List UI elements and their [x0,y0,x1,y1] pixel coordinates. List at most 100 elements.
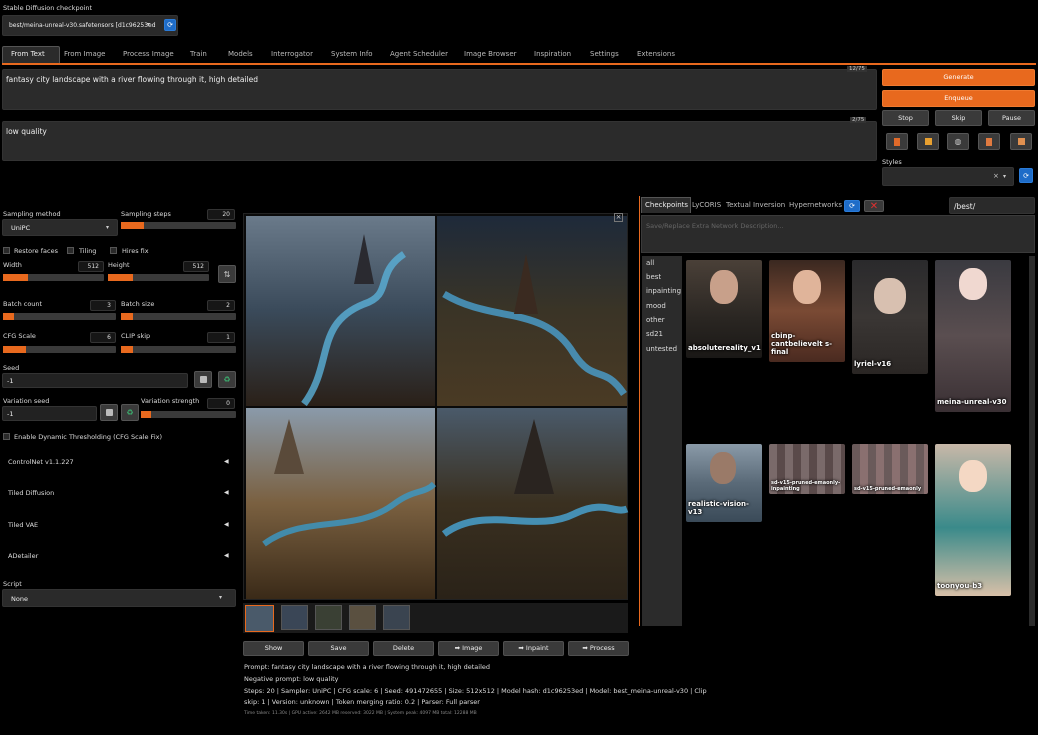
delete-button[interactable]: Delete [373,641,434,656]
cfg-scale-input[interactable]: 6 [90,332,116,343]
category-mood[interactable]: mood [646,302,666,310]
close-icon[interactable]: × [614,213,623,222]
checkpoint-card[interactable]: meina-unreal-v30 [935,260,1011,412]
output-image-3[interactable] [246,408,437,599]
checkpoint-dropdown[interactable]: best/meina-unreal-v30.safetensors [d1c96… [2,15,178,36]
variation-strength-slider[interactable] [141,411,236,418]
caret-left-icon[interactable]: ◀ [224,521,229,528]
tab-inspiration[interactable]: Inspiration [534,49,571,60]
refresh-icon[interactable]: ⟳ [1019,168,1033,183]
category-all[interactable]: all [646,259,654,267]
sampling-method-dropdown[interactable]: UniPC ▾ [2,219,118,236]
variation-strength-input[interactable]: 0 [207,398,235,409]
enqueue-button[interactable]: Enqueue [882,90,1035,107]
caret-left-icon[interactable]: ◀ [224,552,229,559]
hires-fix-checkbox[interactable] [110,247,117,254]
pause-button[interactable]: Pause [988,110,1035,126]
tab-settings[interactable]: Settings [590,49,619,60]
network-tab-lycoris[interactable]: LyCORIS [692,201,721,209]
category-other[interactable]: other [646,316,665,324]
batch-size-slider[interactable] [121,313,236,320]
network-description-input[interactable]: Save/Replace Extra Network Description..… [641,215,1035,253]
tab-extensions[interactable]: Extensions [637,49,675,60]
caret-left-icon[interactable]: ◀ [224,489,229,496]
network-tab-textual-inversion[interactable]: Textual Inversion [726,201,785,209]
batch-count-slider[interactable] [3,313,116,320]
close-icon[interactable]: ✕ [864,200,884,212]
height-input[interactable]: 512 [183,261,209,272]
dynamic-thresholding-checkbox[interactable] [3,433,10,440]
recycle-icon[interactable]: ♻ [121,404,139,421]
read-params-icon[interactable] [886,133,908,150]
clip-skip-slider[interactable] [121,346,236,353]
output-image-4[interactable] [437,408,629,599]
checkpoint-card[interactable]: realistic-vision-v13 [686,444,762,522]
checkpoint-card[interactable]: cbinp-cantbelievelt s-final [769,260,845,362]
thumbnail[interactable] [245,605,274,632]
thumbnail[interactable] [383,605,410,630]
refresh-icon[interactable]: ⟳ [164,19,176,31]
accordion-adetailer[interactable]: ADetailer [8,552,38,560]
output-image-1[interactable] [246,216,435,407]
negative-prompt-textarea[interactable]: low quality [2,121,877,161]
width-input[interactable]: 512 [78,261,104,272]
batch-size-input[interactable]: 2 [207,300,235,311]
send-to-image-button[interactable]: ➡ Image [438,641,499,656]
sampling-steps-input[interactable]: 20 [207,209,235,220]
accordion-tiled-diffusion[interactable]: Tiled Diffusion [8,489,54,497]
tab-image-browser[interactable]: Image Browser [464,49,517,60]
skip-button[interactable]: Skip [935,110,982,126]
width-slider[interactable] [3,274,104,281]
tab-from-text[interactable]: From Text [11,49,45,60]
checkpoint-card[interactable]: absolutereality_v1 [686,260,762,358]
thumbnail[interactable] [349,605,376,630]
checkpoint-card[interactable]: toonyou-b3 [935,444,1011,596]
category-sd21[interactable]: sd21 [646,330,663,338]
accordion-tiled-vae[interactable]: Tiled VAE [8,521,38,529]
scrollbar[interactable] [1029,256,1035,626]
cfg-scale-slider[interactable] [3,346,116,353]
tab-models[interactable]: Models [228,49,253,60]
checkpoint-card[interactable]: sd-v15-pruned-emaonly-inpainting [769,444,845,494]
tab-train[interactable]: Train [190,49,207,60]
save-button[interactable]: Save [308,641,369,656]
output-image-2[interactable] [437,216,627,406]
tab-interrogator[interactable]: Interrogator [271,49,313,60]
save-style-icon[interactable] [1010,133,1032,150]
styles-dropdown[interactable]: × ▾ [882,167,1014,186]
trash-icon[interactable] [917,133,939,150]
height-slider[interactable] [108,274,209,281]
show-button[interactable]: Show [243,641,304,656]
clipboard-icon[interactable] [978,133,1000,150]
prompt-textarea[interactable]: fantasy city landscape with a river flow… [2,69,877,110]
thumbnail[interactable] [281,605,308,630]
batch-count-input[interactable]: 3 [90,300,116,311]
sampling-steps-slider[interactable] [121,222,236,229]
accordion-controlnet[interactable]: ControlNet v1.1.227 [8,458,74,466]
network-tab-hypernetworks[interactable]: Hypernetworks [789,201,842,209]
send-to-process-button[interactable]: ➡ Process [568,641,629,656]
tab-process-image[interactable]: Process Image [123,49,174,60]
tab-agent-scheduler[interactable]: Agent Scheduler [390,49,448,60]
script-dropdown[interactable]: None ▾ [2,589,236,607]
checkpoint-card[interactable]: sd-v15-pruned-emaonly [852,444,928,494]
dice-icon[interactable] [100,404,118,421]
generate-button[interactable]: Generate [882,69,1035,86]
clip-skip-input[interactable]: 1 [207,332,235,343]
clear-icon[interactable]: × [993,172,999,180]
stop-button[interactable]: Stop [882,110,929,126]
category-untested[interactable]: untested [646,345,677,353]
refresh-icon[interactable]: ⟳ [844,200,860,212]
network-search-input[interactable]: /best/ [949,197,1035,214]
caret-left-icon[interactable]: ◀ [224,458,229,465]
seed-input[interactable]: -1 [2,373,188,388]
tiling-checkbox[interactable] [67,247,74,254]
swap-dimensions-icon[interactable]: ⇅ [218,265,236,283]
restore-faces-checkbox[interactable] [3,247,10,254]
extra-networks-icon[interactable]: ◍ [947,133,969,150]
tab-system-info[interactable]: System Info [331,49,373,60]
network-tab-checkpoints[interactable]: Checkpoints [645,201,688,209]
category-inpainting[interactable]: inpainting [646,287,681,295]
dice-icon[interactable] [194,371,212,388]
category-best[interactable]: best [646,273,661,281]
